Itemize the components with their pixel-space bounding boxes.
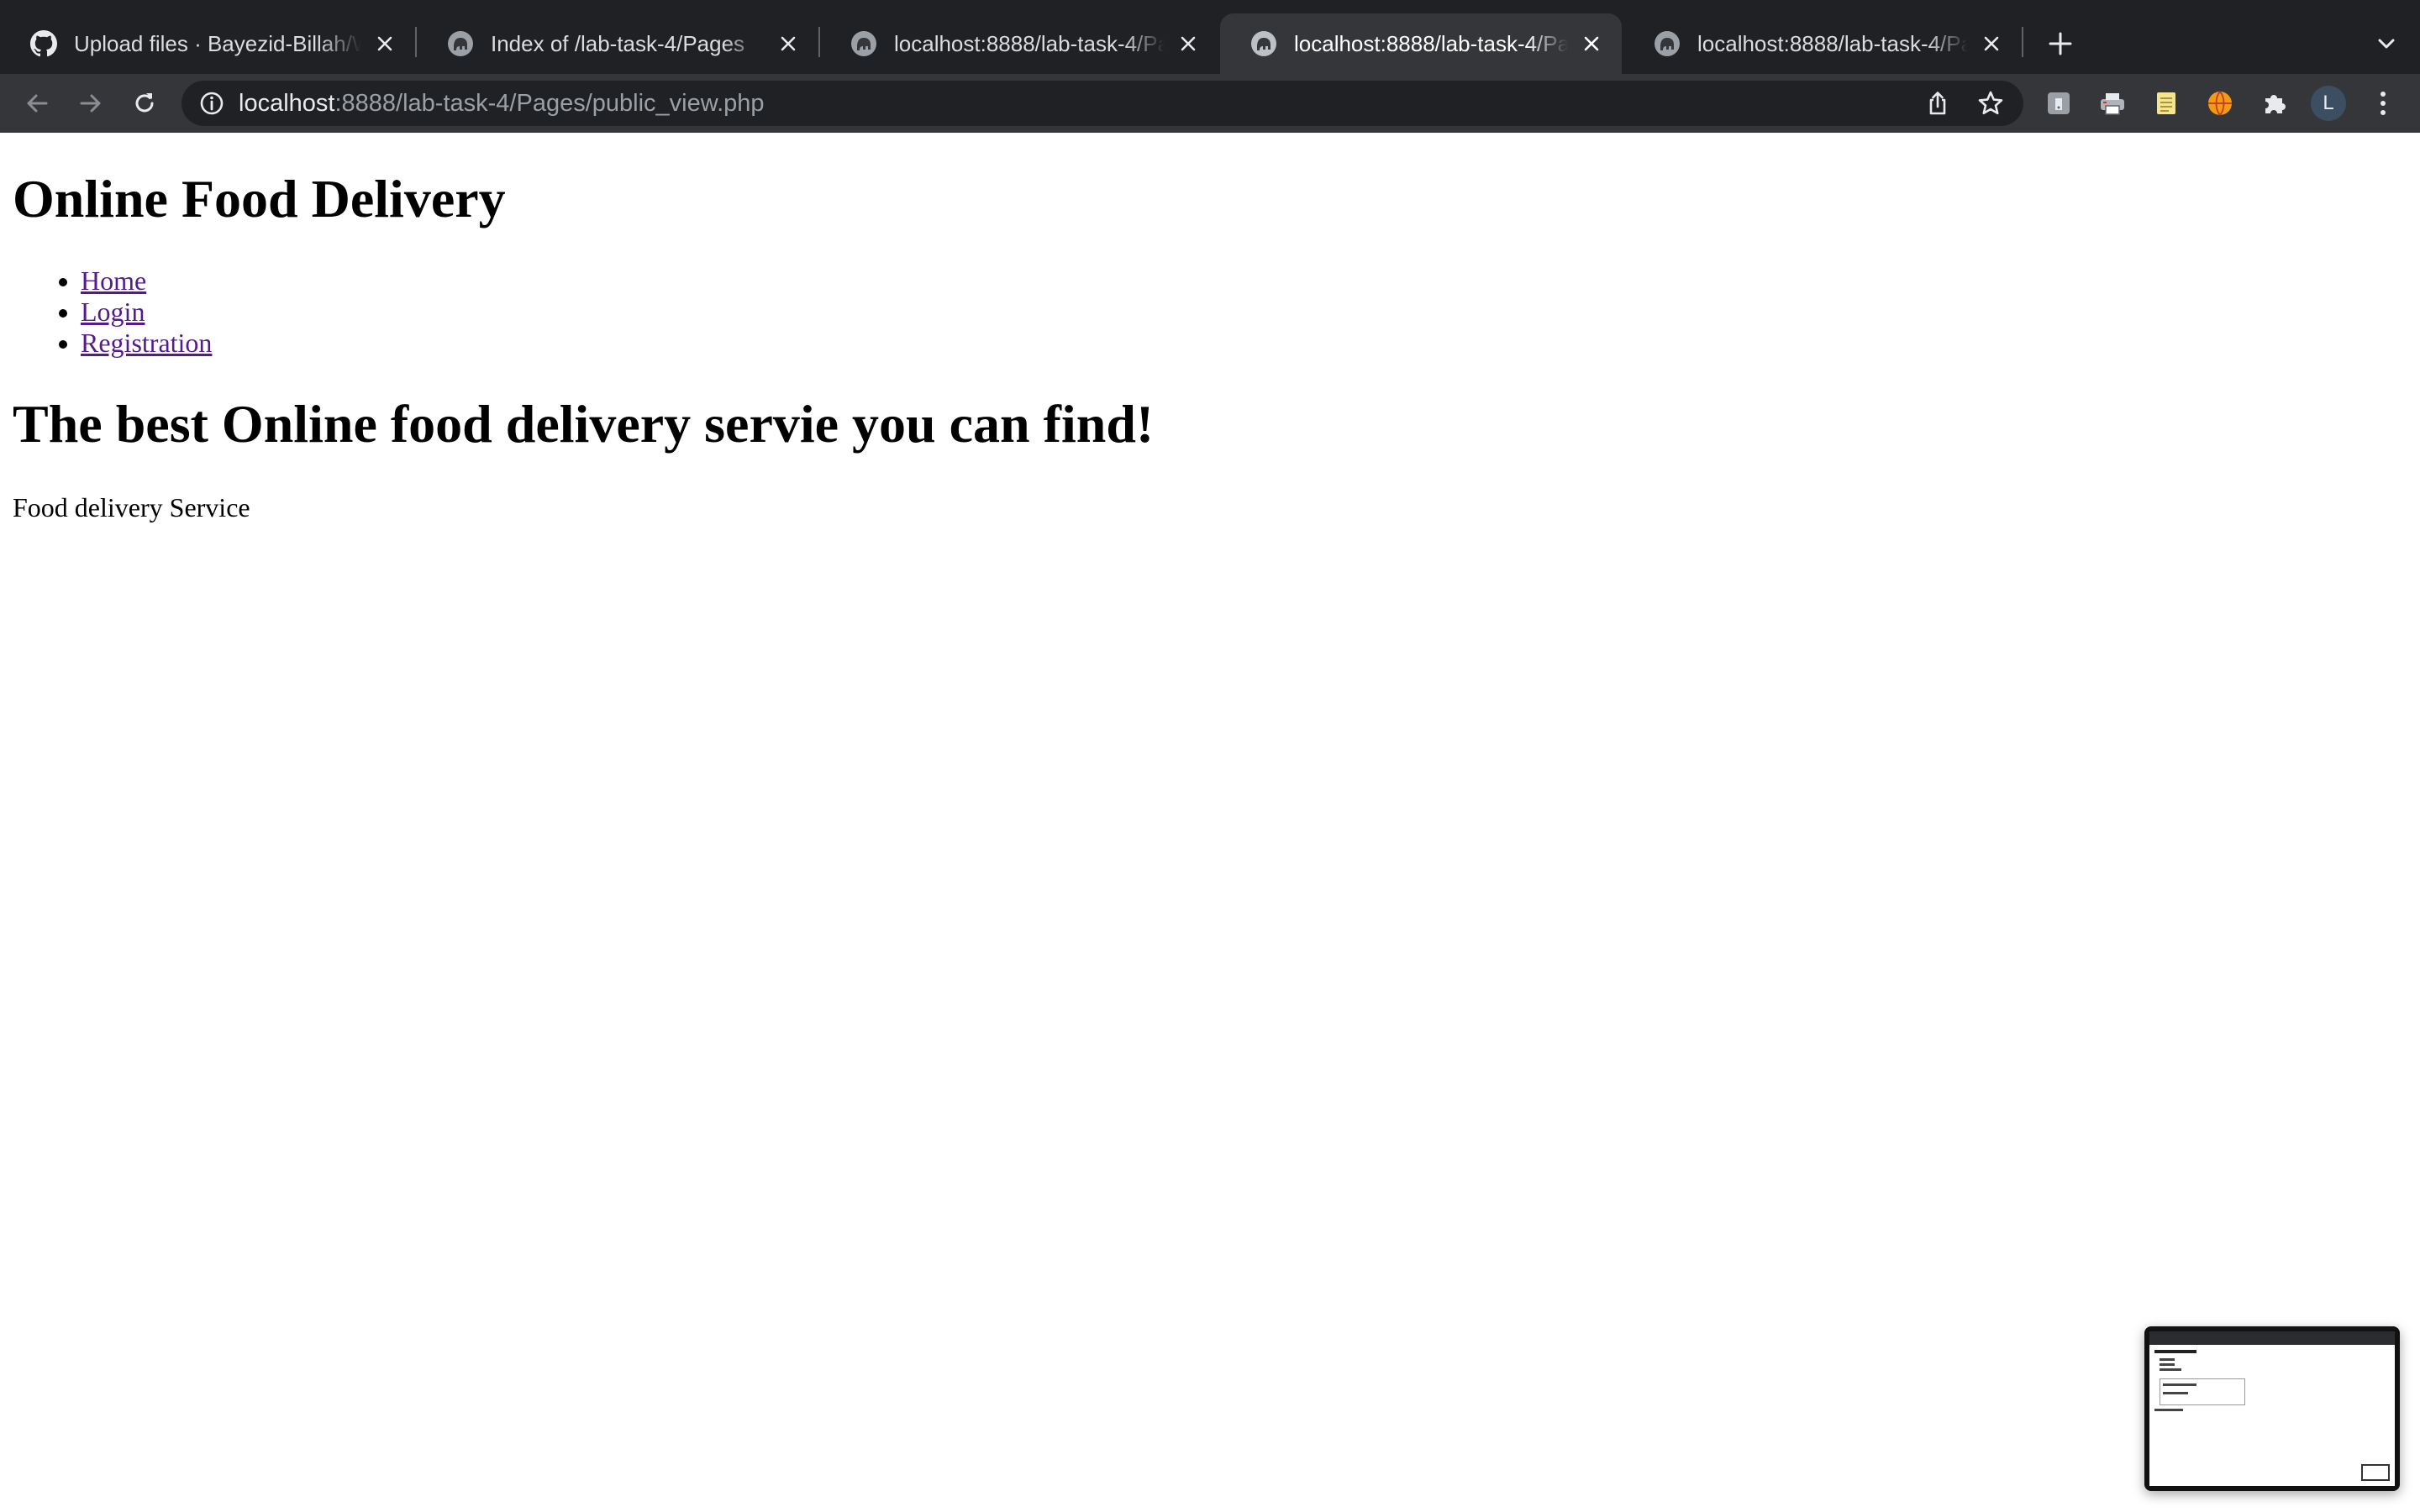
tab-localhost-active[interactable]: localhost:8888/lab-task-4/Pag bbox=[1220, 13, 1622, 74]
printer-icon[interactable] bbox=[2097, 88, 2128, 118]
tablet-icon[interactable] bbox=[2044, 88, 2074, 118]
tagline-heading: The best Online food delivery servie you… bbox=[13, 394, 1155, 454]
nav-link-home[interactable]: Home bbox=[81, 265, 146, 296]
main-nav: Home Login Registration bbox=[0, 265, 212, 359]
preview-image bbox=[2149, 1331, 2395, 1486]
close-icon[interactable] bbox=[1578, 30, 1605, 57]
tab-separator bbox=[2022, 27, 2023, 57]
tab-title: Index of /lab-task-4/Pages bbox=[491, 30, 745, 56]
tab-localhost-1[interactable]: localhost:8888/lab-task-4/Pag bbox=[820, 13, 1218, 74]
nav-item-login: Login bbox=[81, 297, 212, 328]
tab-localhost-3[interactable]: localhost:8888/lab-task-4/Pag bbox=[1623, 13, 2022, 74]
address-bar[interactable]: localhost:8888/lab-task-4/Pages/public_v… bbox=[182, 81, 2023, 126]
close-icon[interactable] bbox=[1175, 30, 1202, 57]
tab-index-pages[interactable]: Index of /lab-task-4/Pages bbox=[417, 13, 818, 74]
arrow-right-icon bbox=[80, 94, 101, 113]
close-icon[interactable] bbox=[775, 30, 802, 57]
php-elephant-icon bbox=[850, 30, 877, 57]
profile-avatar[interactable]: L bbox=[2311, 86, 2346, 121]
description-text: Food delivery Service bbox=[13, 492, 250, 522]
php-elephant-icon bbox=[1654, 30, 1681, 57]
puzzle-piece-icon[interactable] bbox=[2259, 88, 2289, 118]
info-icon[interactable] bbox=[198, 90, 225, 117]
forward-button[interactable] bbox=[71, 83, 111, 123]
github-icon bbox=[30, 30, 57, 57]
browser-chrome: Upload files · Bayezid-Billah/W Index of… bbox=[0, 0, 2420, 133]
nav-item-registration: Registration bbox=[81, 328, 212, 359]
nav-item-home: Home bbox=[81, 265, 212, 297]
screenshot-preview-thumbnail[interactable] bbox=[2144, 1326, 2400, 1491]
new-tab-button[interactable] bbox=[2042, 25, 2079, 62]
close-icon[interactable] bbox=[1978, 30, 2005, 57]
url-host: localhost bbox=[239, 90, 335, 117]
nav-link-login[interactable]: Login bbox=[81, 297, 145, 327]
url-path: :8888/lab-task-4/Pages/public_view.php bbox=[334, 90, 765, 117]
star-icon[interactable] bbox=[1976, 89, 2005, 118]
back-button[interactable] bbox=[17, 83, 57, 123]
tab-title: localhost:8888/lab-task-4/Pag bbox=[1697, 30, 1968, 56]
plus-icon bbox=[2049, 32, 2072, 55]
share-icon[interactable] bbox=[1924, 90, 1951, 117]
nav-link-registration[interactable]: Registration bbox=[81, 328, 212, 358]
site-title: Online Food Delivery bbox=[13, 169, 506, 228]
php-elephant-icon bbox=[447, 30, 474, 57]
tab-strip: Upload files · Bayezid-Billah/W Index of… bbox=[0, 0, 2420, 74]
browser-toolbar: localhost:8888/lab-task-4/Pages/public_v… bbox=[0, 74, 2420, 133]
php-elephant-icon bbox=[1250, 30, 1277, 57]
tab-search-button[interactable] bbox=[2368, 25, 2405, 62]
page-content: Online Food Delivery Home Login Registra… bbox=[0, 133, 2420, 1512]
reload-icon bbox=[135, 93, 154, 113]
tab-title: Upload files · Bayezid-Billah/W bbox=[74, 30, 361, 56]
orange-ball-icon[interactable] bbox=[2205, 88, 2235, 118]
url-text: localhost:8888/lab-task-4/Pages/public_v… bbox=[239, 81, 765, 126]
menu-kebab-icon[interactable] bbox=[2368, 86, 2398, 121]
chevron-down-icon bbox=[2378, 39, 2395, 49]
tab-title: localhost:8888/lab-task-4/Pag bbox=[894, 30, 1165, 56]
notepad-icon[interactable] bbox=[2151, 88, 2181, 118]
reload-button[interactable] bbox=[124, 83, 165, 123]
close-icon[interactable] bbox=[371, 30, 398, 57]
arrow-left-icon bbox=[27, 94, 48, 113]
tab-title: localhost:8888/lab-task-4/Pag bbox=[1294, 30, 1568, 56]
tab-upload-files[interactable]: Upload files · Bayezid-Billah/W bbox=[0, 13, 415, 74]
